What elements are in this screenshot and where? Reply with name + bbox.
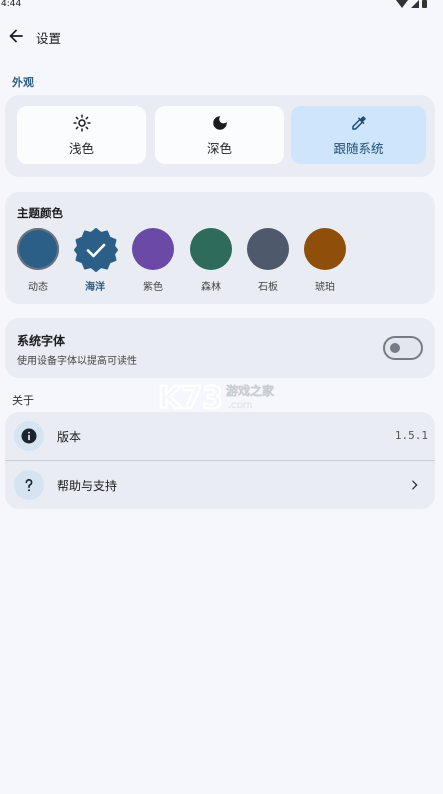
system-mode-label: 跟随系统 — [333, 140, 384, 156]
swatch-forest[interactable]: 森林 — [189, 228, 233, 293]
svg-text:.com: .com — [228, 400, 253, 411]
about-section-label: 关于 — [12, 394, 34, 407]
toggle-knob — [390, 343, 400, 353]
dark-mode-label: 深色 — [206, 140, 232, 156]
arrow-left-icon — [9, 29, 23, 43]
swatch-dynamic-label: 动态 — [28, 282, 48, 293]
swatch-dynamic[interactable]: 动态 — [16, 228, 60, 293]
about-card: 版本 1.5.1 帮助与支持 — [5, 412, 435, 509]
swatch-purple-label: 紫色 — [143, 282, 163, 293]
status-time: 4:44 — [1, 0, 22, 9]
help-support-label: 帮助与支持 — [57, 479, 118, 493]
svg-text:K73: K73 — [158, 381, 223, 414]
light-mode-button[interactable]: 浅色 — [17, 106, 146, 164]
swatch-slate[interactable]: 石板 — [246, 228, 290, 293]
system-font-subtitle: 使用设备字体以提高可读性 — [17, 356, 137, 367]
battery-icon — [422, 0, 427, 8]
appearance-section-label: 外观 — [12, 76, 34, 89]
help-support-row[interactable]: 帮助与支持 — [5, 461, 435, 509]
wifi-icon — [396, 0, 408, 8]
swatch-slate-label: 石板 — [258, 282, 278, 293]
scallop-path — [74, 228, 118, 272]
swatch-forest-color — [190, 228, 232, 270]
swatch-ocean-label: 海洋 — [85, 282, 105, 293]
swatch-amber-color — [304, 228, 346, 270]
help-icon-wrap — [14, 470, 44, 500]
app-bar: 设置 — [0, 22, 443, 50]
dark-mode-button[interactable]: 深色 — [155, 106, 284, 164]
k73-watermark-logo: K73 游戏之家 .com — [158, 380, 275, 414]
swatch-ocean-color — [74, 228, 118, 272]
signal-icon — [411, 0, 419, 8]
status-bar: 4:44 — [0, 0, 443, 10]
swatch-amber-label: 琥珀 — [315, 282, 335, 293]
info-icon — [21, 428, 37, 444]
version-value: 1.5.1 — [394, 429, 428, 442]
svg-text:游戏之家: 游戏之家 — [226, 383, 275, 398]
system-mode-button[interactable]: 跟随系统 — [291, 106, 426, 164]
swatch-ocean[interactable]: 海洋 — [73, 228, 118, 293]
swatch-forest-label: 森林 — [201, 282, 221, 293]
swatch-amber[interactable]: 琥珀 — [303, 228, 347, 293]
sun-icon — [72, 113, 91, 132]
system-font-card: 系统字体 使用设备字体以提高可读性 — [5, 318, 435, 378]
theme-color-card: 主题颜色 动态 海洋 紫色 森林 石板 琥珀 — [5, 192, 435, 304]
status-icons — [396, 0, 427, 8]
info-icon-wrap — [14, 421, 44, 451]
swatch-purple-color — [132, 228, 174, 270]
moon-icon — [212, 115, 227, 130]
eyedropper-icon — [351, 115, 366, 130]
system-font-toggle[interactable] — [383, 336, 423, 360]
version-row[interactable]: 版本 1.5.1 — [5, 412, 435, 460]
chevron-right-icon — [412, 480, 418, 490]
appearance-card: 浅色 深色 跟随系统 — [5, 95, 435, 177]
swatch-purple[interactable]: 紫色 — [131, 228, 175, 293]
system-font-title: 系统字体 — [17, 334, 66, 348]
version-label: 版本 — [57, 430, 82, 444]
theme-color-title: 主题颜色 — [17, 206, 63, 220]
swatch-slate-color — [247, 228, 289, 270]
question-mark-icon — [25, 478, 33, 492]
selected-scallop-shape — [74, 228, 118, 272]
swatch-dynamic-color — [17, 228, 59, 270]
back-button[interactable] — [6, 26, 26, 46]
light-mode-label: 浅色 — [68, 140, 94, 156]
page-title: 设置 — [36, 31, 62, 46]
